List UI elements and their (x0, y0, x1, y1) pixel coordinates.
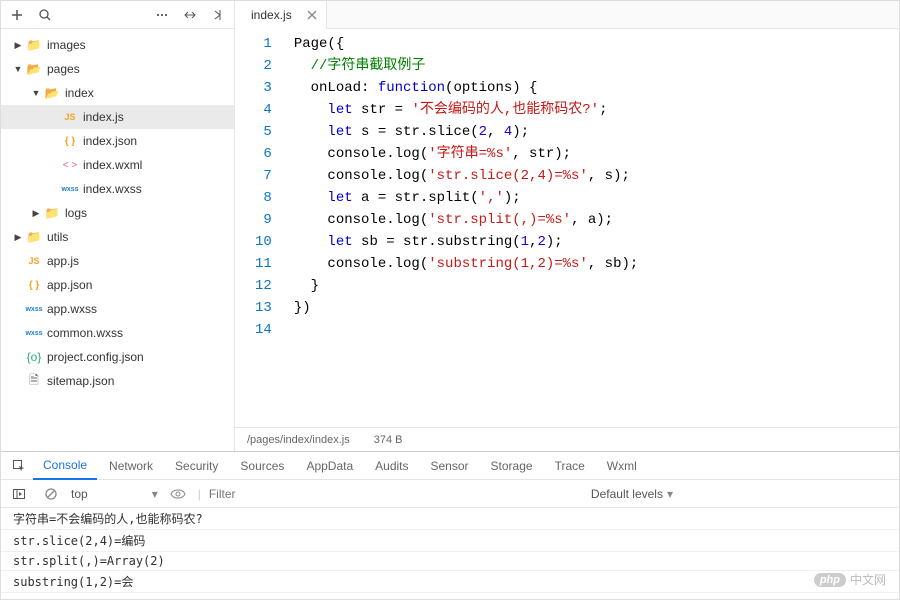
new-file-button[interactable] (5, 3, 29, 27)
file-label: index.wxml (83, 158, 142, 172)
collapse-button[interactable] (206, 3, 230, 27)
console-line: str.slice(2,4)=编码 (1, 530, 899, 552)
tree-item[interactable]: wxss index.wxss (1, 177, 234, 201)
tree-item[interactable]: JS app.js (1, 249, 234, 273)
file-label: app.json (47, 278, 92, 292)
file-icon: 📁 (25, 38, 43, 52)
console-line: str.split(,)=Array(2) (1, 552, 899, 571)
file-label: common.wxss (47, 326, 123, 340)
devtools-tab-console[interactable]: Console (33, 452, 97, 480)
file-icon: { } (61, 136, 79, 147)
file-icon: { } (25, 280, 43, 291)
file-label: project.config.json (47, 350, 144, 364)
filter-input[interactable] (209, 487, 409, 501)
file-icon: wxss (61, 186, 79, 193)
status-bar: /pages/index/index.js 374 B (235, 427, 899, 451)
console-line: substring(1,2)=会 (1, 571, 899, 593)
chevron-down-icon: ▾ (667, 487, 673, 501)
tree-item[interactable]: < > index.wxml (1, 153, 234, 177)
file-label: app.js (47, 254, 79, 268)
tab-title: index.js (251, 8, 292, 22)
file-icon: JS (25, 256, 43, 266)
devtools-panel: ConsoleNetworkSecuritySourcesAppDataAudi… (1, 451, 899, 599)
tree-item[interactable]: { } app.json (1, 273, 234, 297)
devtools-tab-sensor[interactable]: Sensor (421, 452, 479, 480)
file-icon: 🗎 (25, 371, 43, 392)
status-path: /pages/index/index.js (247, 434, 350, 446)
console-line: 字符串=不会编码的人,也能称码农? (1, 508, 899, 530)
file-icon: 📁 (43, 206, 61, 220)
tree-item[interactable]: ▶📁 images (1, 33, 234, 57)
chevron-down-icon: ▾ (152, 487, 158, 501)
devtools-tabs: ConsoleNetworkSecuritySourcesAppDataAudi… (1, 452, 899, 480)
devtools-tab-audits[interactable]: Audits (365, 452, 418, 480)
log-levels-dropdown[interactable]: Default levels ▾ (591, 487, 673, 501)
devtools-tab-sources[interactable]: Sources (230, 452, 294, 480)
devtools-tab-appdata[interactable]: AppData (296, 452, 363, 480)
tree-item[interactable]: ▶📁 utils (1, 225, 234, 249)
devtools-tab-storage[interactable]: Storage (481, 452, 543, 480)
toggle-sidebar-icon[interactable] (7, 482, 31, 506)
file-label: utils (47, 230, 68, 244)
file-label: pages (47, 62, 80, 76)
file-label: index.js (83, 110, 124, 124)
file-icon: wxss (25, 306, 43, 313)
expand-arrow-icon[interactable]: ▼ (11, 64, 25, 74)
tree-item[interactable]: 🗎 sitemap.json (1, 369, 234, 393)
file-label: index.json (83, 134, 137, 148)
file-label: logs (65, 206, 87, 220)
file-label: sitemap.json (47, 374, 114, 388)
file-tree[interactable]: ▶📁images▼📂pages▼📂indexJSindex.js{ }index… (1, 29, 234, 451)
console-toolbar: top ▾ | Default levels ▾ (1, 480, 899, 508)
expand-arrow-icon[interactable]: ▶ (29, 208, 43, 219)
tree-item[interactable]: ▶📁 logs (1, 201, 234, 225)
file-icon: 📁 (25, 230, 43, 244)
status-size: 374 B (374, 434, 403, 446)
file-label: index.wxss (83, 182, 142, 196)
file-icon: 📂 (43, 86, 61, 100)
devtools-tab-trace[interactable]: Trace (545, 452, 595, 480)
explorer-toolbar (1, 1, 234, 29)
split-button[interactable] (178, 3, 202, 27)
editor-pane: index.js 1234567891011121314 Page({ //字符… (235, 1, 899, 451)
file-icon: 📂 (25, 62, 43, 76)
devtools-tab-network[interactable]: Network (99, 452, 163, 480)
file-label: app.wxss (47, 302, 97, 316)
line-gutter: 1234567891011121314 (235, 29, 284, 427)
tree-item[interactable]: ▼📂 index (1, 81, 234, 105)
editor-tab[interactable]: index.js (235, 1, 327, 29)
inspect-icon[interactable] (7, 454, 31, 478)
tab-bar: index.js (235, 1, 899, 29)
file-explorer: ▶📁images▼📂pages▼📂indexJSindex.js{ }index… (1, 1, 235, 451)
tree-item[interactable]: {o} project.config.json (1, 345, 234, 369)
tree-item[interactable]: wxss app.wxss (1, 297, 234, 321)
expand-arrow-icon[interactable]: ▶ (11, 40, 25, 51)
close-icon[interactable] (302, 5, 322, 25)
clear-console-icon[interactable] (39, 482, 63, 506)
tree-item[interactable]: ▼📂 pages (1, 57, 234, 81)
more-button[interactable] (150, 3, 174, 27)
file-icon: wxss (25, 330, 43, 337)
code-editor[interactable]: 1234567891011121314 Page({ //字符串截取例子 onL… (235, 29, 899, 427)
file-label: index (65, 86, 94, 100)
tree-item[interactable]: wxss common.wxss (1, 321, 234, 345)
file-icon: JS (61, 112, 79, 122)
console-output[interactable]: 字符串=不会编码的人,也能称码农?str.slice(2,4)=编码str.sp… (1, 508, 899, 599)
expand-arrow-icon[interactable]: ▶ (11, 232, 25, 243)
devtools-tab-security[interactable]: Security (165, 452, 228, 480)
tree-item[interactable]: JS index.js (1, 105, 234, 129)
expand-arrow-icon[interactable]: ▼ (29, 88, 43, 98)
file-icon: {o} (25, 350, 43, 364)
code-area[interactable]: Page({ //字符串截取例子 onLoad: function(option… (284, 29, 899, 427)
live-expression-icon[interactable] (166, 482, 190, 506)
devtools-tab-wxml[interactable]: Wxml (597, 452, 647, 480)
tree-item[interactable]: { } index.json (1, 129, 234, 153)
search-button[interactable] (33, 3, 57, 27)
context-dropdown[interactable]: top ▾ (71, 487, 158, 501)
file-icon: < > (61, 160, 79, 171)
file-label: images (47, 38, 86, 52)
